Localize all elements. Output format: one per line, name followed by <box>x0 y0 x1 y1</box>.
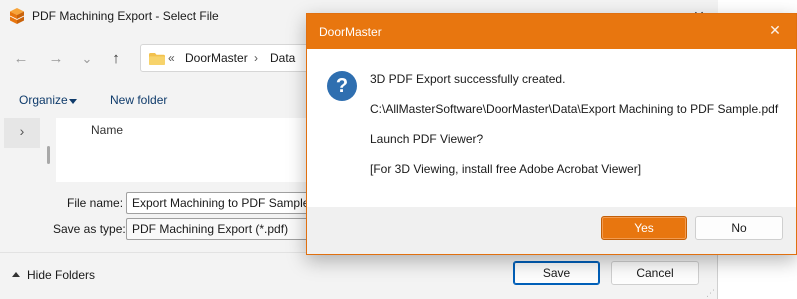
dialog-title: PDF Machining Export - Select File <box>32 9 219 23</box>
recent-locations-chevron-icon[interactable]: ⌄ <box>76 48 98 70</box>
back-arrow-icon[interactable]: ← <box>10 48 32 70</box>
message-line-acrobat-note: [For 3D Viewing, install free Adobe Acro… <box>370 162 642 176</box>
close-icon[interactable]: ✕ <box>765 20 785 40</box>
message-line-file-path: C:\AllMasterSoftware\DoorMaster\Data\Exp… <box>370 102 779 116</box>
scrollbar-thumb[interactable] <box>47 146 50 164</box>
message-box-title: DoorMaster <box>319 25 382 39</box>
app-logo-icon <box>8 7 26 25</box>
cancel-button[interactable]: Cancel <box>611 261 699 285</box>
expand-chevron-icon[interactable]: › <box>4 123 40 139</box>
resize-grip-icon[interactable]: ⋰ <box>706 288 716 298</box>
save-as-type-select[interactable]: PDF Machining Export (*.pdf) <box>126 218 326 240</box>
save-as-type-label: Save as type: <box>53 222 126 236</box>
message-line-success: 3D PDF Export successfully created. <box>370 72 566 86</box>
column-header-name[interactable]: Name <box>91 123 123 137</box>
hide-folders-button[interactable]: Hide Folders <box>12 268 95 282</box>
message-box-button-bar: Yes No <box>307 207 796 254</box>
message-line-launch-prompt: Launch PDF Viewer? <box>370 132 484 146</box>
file-name-label: File name: <box>67 196 124 210</box>
no-button[interactable]: No <box>695 216 783 240</box>
chevron-down-icon[interactable] <box>69 99 77 104</box>
folder-icon <box>149 53 165 65</box>
hide-folders-label: Hide Folders <box>27 268 96 282</box>
address-bar[interactable]: « DoorMaster › Data <box>140 44 318 72</box>
navigation-pane[interactable]: › <box>4 118 40 148</box>
message-box-titlebar: DoorMaster ✕ <box>307 14 796 49</box>
file-name-input[interactable]: Export Machining to PDF Sample <box>126 192 326 214</box>
new-folder-button[interactable]: New folder <box>110 93 167 107</box>
breadcrumb-separator-icon: › <box>254 51 258 65</box>
doormaster-message-box: DoorMaster ✕ ? 3D PDF Export successfull… <box>306 13 797 255</box>
organize-menu[interactable]: Organize <box>19 93 68 107</box>
breadcrumb-doormaster[interactable]: DoorMaster <box>185 51 248 65</box>
save-button[interactable]: Save <box>513 261 600 285</box>
question-icon: ? <box>327 71 357 101</box>
yes-button[interactable]: Yes <box>601 216 687 240</box>
up-arrow-icon[interactable]: ↑ <box>105 48 127 70</box>
forward-arrow-icon[interactable]: → <box>45 48 67 70</box>
breadcrumb-overflow-icon[interactable]: « <box>168 51 175 65</box>
breadcrumb-data[interactable]: Data <box>270 51 295 65</box>
chevron-up-icon <box>12 272 20 277</box>
